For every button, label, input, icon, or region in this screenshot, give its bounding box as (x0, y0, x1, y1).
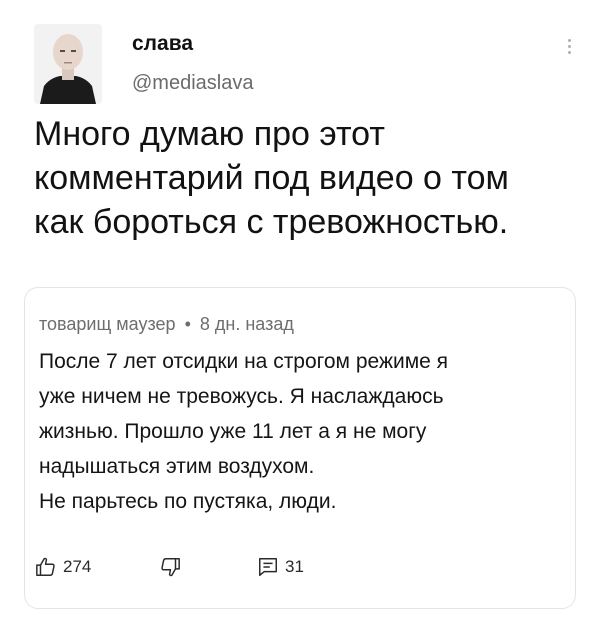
author-handle[interactable]: @mediaslava (132, 72, 253, 95)
tweet-header: слава @mediaslava (34, 24, 574, 104)
avatar-image (34, 24, 102, 104)
avatar[interactable] (34, 24, 102, 104)
comment-author[interactable]: товарищ маузер (39, 314, 176, 334)
author-display-name[interactable]: слава (132, 32, 193, 56)
comment-meta: товарищ маузер • 8 дн. назад (39, 314, 294, 335)
meta-separator: • (184, 314, 191, 334)
comment-time: 8 дн. назад (199, 314, 294, 334)
dislike-button[interactable] (159, 552, 181, 582)
comment-icon (259, 558, 277, 576)
tweet-text: Много думаю про этот комментарий под вид… (34, 115, 509, 241)
more-options-icon[interactable] (564, 36, 574, 66)
thumbs-up-icon (36, 557, 55, 576)
thumbs-down-icon (161, 558, 180, 577)
replies-button[interactable]: 31 (257, 552, 304, 582)
like-button[interactable]: 274 (35, 552, 91, 582)
comment-text: После 7 лет отсидки на строгом режиме я … (39, 350, 449, 513)
reply-count: 31 (285, 557, 304, 576)
comment-card: товарищ маузер • 8 дн. назад После 7 лет… (24, 287, 576, 609)
like-count: 274 (63, 557, 92, 576)
comment-actions: 274 31 (35, 552, 435, 582)
